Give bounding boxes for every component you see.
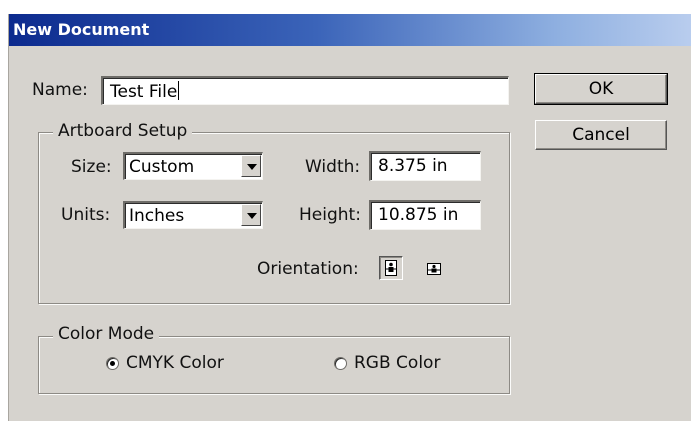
cmyk-radio[interactable]: [106, 357, 119, 370]
name-input[interactable]: Test File: [101, 76, 509, 105]
ok-button[interactable]: OK: [534, 73, 668, 105]
units-label: Units:: [61, 205, 111, 225]
width-value: 8.375 in: [378, 156, 448, 176]
dialog-title: New Document: [13, 20, 150, 39]
name-label: Name:: [32, 80, 88, 100]
color-mode-legend: Color Mode: [53, 324, 160, 344]
size-label: Size:: [71, 157, 112, 177]
title-bar[interactable]: New Document: [9, 14, 691, 46]
size-value: Custom: [129, 157, 195, 177]
width-input[interactable]: 8.375 in: [369, 151, 481, 181]
radio-selected-dot: [110, 361, 115, 366]
height-label: Height:: [299, 205, 361, 225]
width-label: Width:: [305, 157, 361, 177]
name-value: Test File: [110, 82, 178, 102]
chevron-down-icon[interactable]: [241, 204, 261, 226]
cancel-button-label: Cancel: [572, 125, 630, 145]
cancel-button[interactable]: Cancel: [535, 120, 667, 150]
units-dropdown[interactable]: Inches: [123, 201, 263, 229]
portrait-orientation-button[interactable]: [379, 256, 403, 280]
text-caret: [178, 81, 180, 100]
landscape-icon: [427, 263, 441, 275]
rgb-label[interactable]: RGB Color: [354, 353, 440, 373]
artboard-setup-legend: Artboard Setup: [53, 121, 193, 141]
cmyk-label[interactable]: CMYK Color: [126, 353, 224, 373]
portrait-icon: [385, 260, 397, 276]
new-document-dialog: New Document Name: Test File OK Cancel A…: [8, 14, 691, 421]
height-input[interactable]: 10.875 in: [369, 200, 481, 230]
height-value: 10.875 in: [378, 205, 459, 225]
units-value: Inches: [129, 206, 185, 226]
ok-button-label: OK: [588, 79, 614, 99]
chevron-down-icon[interactable]: [241, 155, 261, 177]
orientation-label: Orientation:: [257, 259, 359, 279]
rgb-radio[interactable]: [334, 357, 347, 370]
size-dropdown[interactable]: Custom: [123, 152, 263, 180]
landscape-orientation-button[interactable]: [423, 257, 447, 281]
